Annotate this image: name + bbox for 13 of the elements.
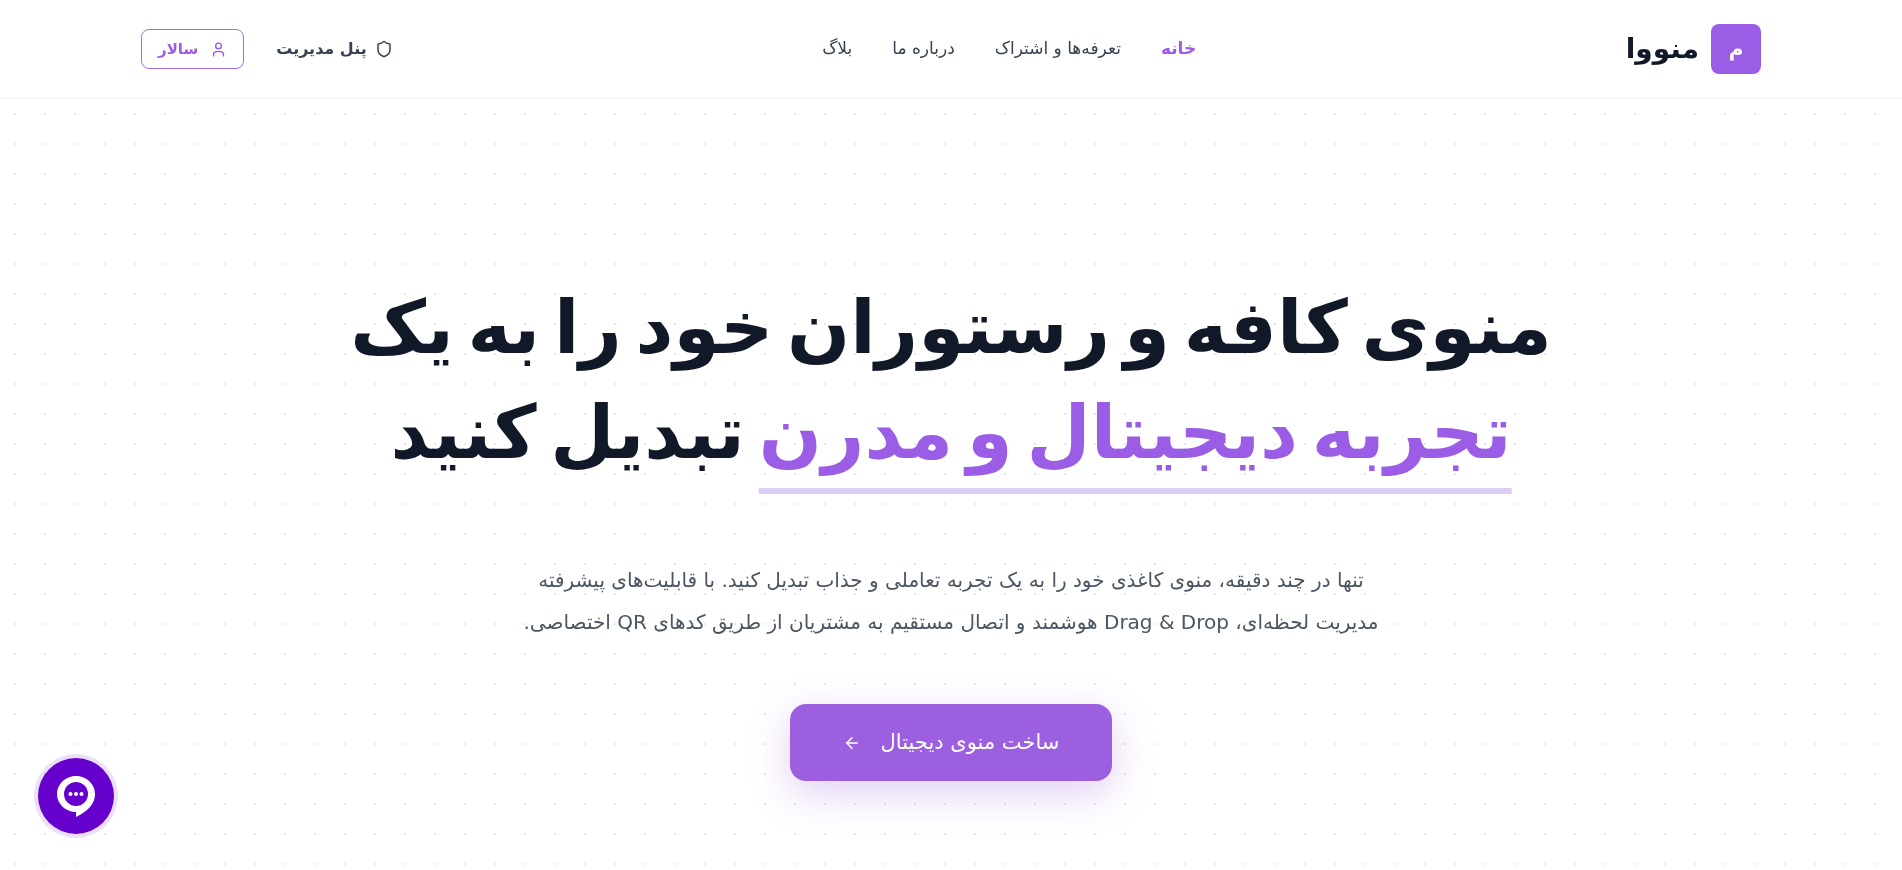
create-menu-button[interactable]: ساخت منوی دیجیتال (790, 704, 1112, 782)
shield-icon (374, 40, 393, 58)
user-account-button[interactable]: سالار (141, 29, 245, 69)
nav-link[interactable]: بلاگ (822, 36, 853, 62)
logo-mark[interactable]: م (1711, 24, 1761, 74)
chat-icon (54, 773, 98, 819)
admin-panel-link[interactable]: پنل مدیریت (276, 37, 393, 61)
nav-link[interactable]: درباره ما (892, 36, 955, 62)
nav-link[interactable]: تعرفه‌ها و اشتراک (994, 36, 1121, 62)
nav-link[interactable]: خانه (1160, 36, 1197, 62)
hero-description: تنها در چند دقیقه، منوی کاغذی خود را به یک تجربه تعاملی و جذاب تبدیل کنید. با قابلیت‌های پیشرفته مدیریت لحظه‌ای، Drag & Drop هوشمند و اتصال مستقیم به مشتریان از طریق کدهای QR اختصاصی. (522, 567, 1380, 637)
hero-heading: منوی کافه و رستوران خود را به یک تجربه دیجیتال و مدرن تبدیل کنید (350, 283, 1552, 478)
brand-name[interactable]: منووا (1625, 28, 1699, 70)
